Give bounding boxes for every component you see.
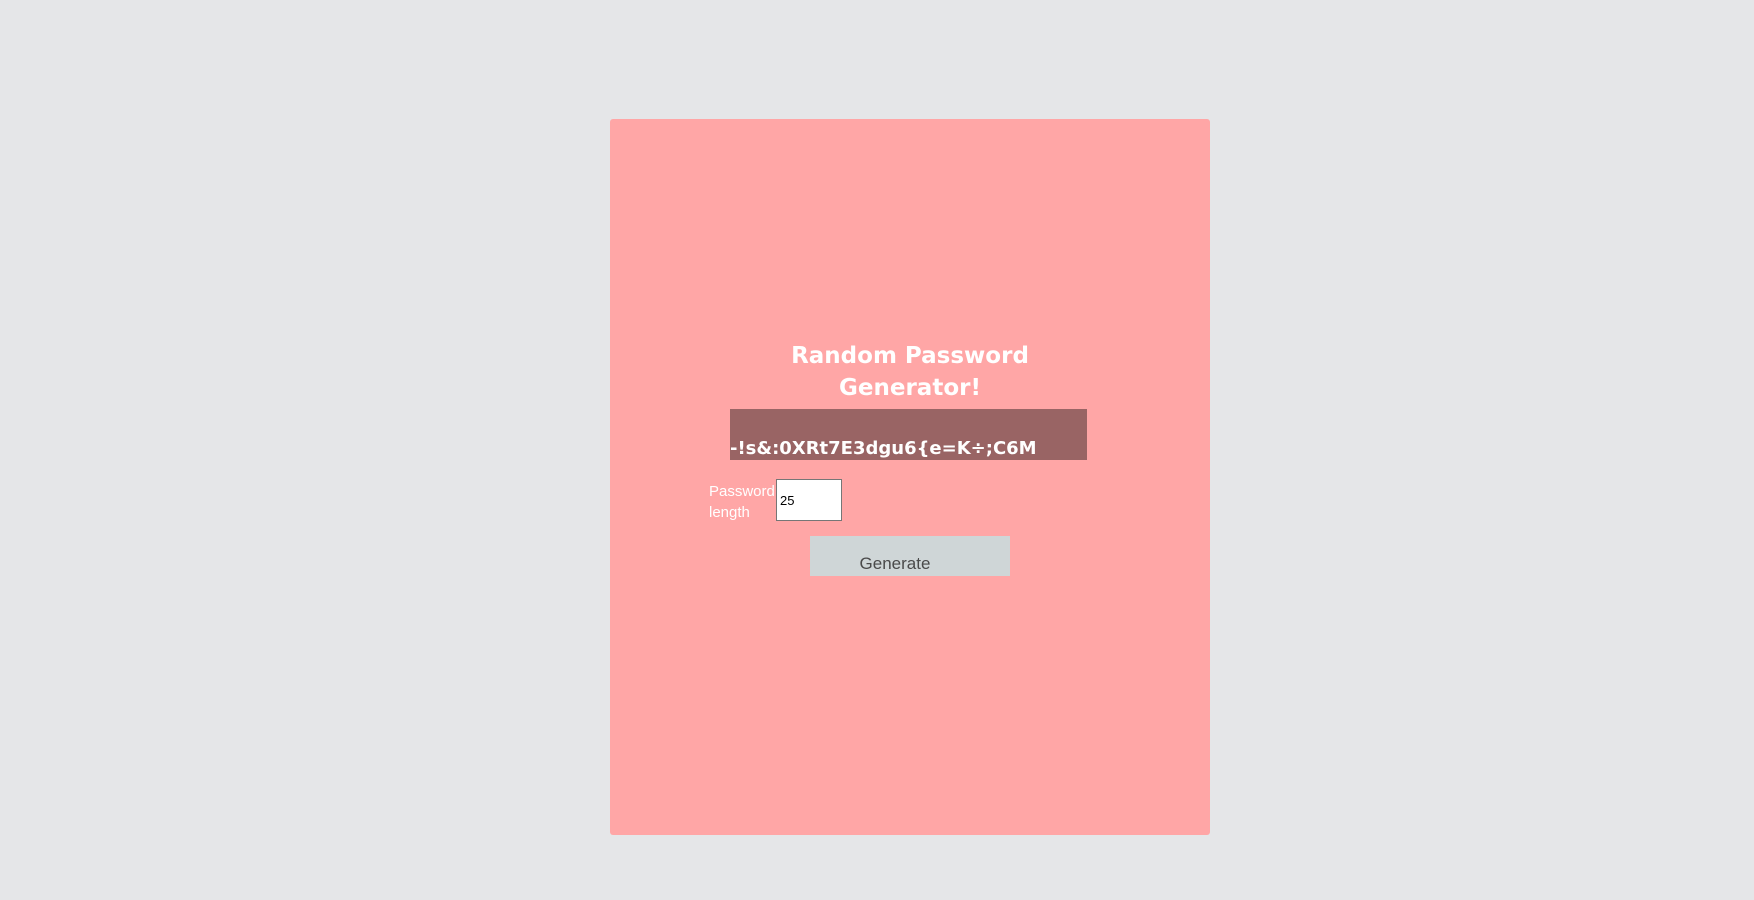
length-label-line-2: length [709,504,750,521]
title-line-2: Generator! [839,375,981,401]
password-output-box: -!s&:0XRt7E3dgu6{e=K÷;C6M [730,409,1087,460]
page-title: Random Password Generator! [760,340,1060,404]
generate-button-label: Generate [859,554,931,573]
title-line-1: Random Password [791,343,1029,369]
generator-card: Random Password Generator! -!s&:0XRt7E3d… [610,119,1210,835]
password-length-input[interactable] [776,479,842,521]
password-length-label: Password length [709,481,775,523]
generated-password: -!s&:0XRt7E3dgu6{e=K÷;C6M [730,438,1037,459]
generate-button[interactable]: Generate [810,536,1010,576]
length-label-line-1: Password [709,483,775,500]
